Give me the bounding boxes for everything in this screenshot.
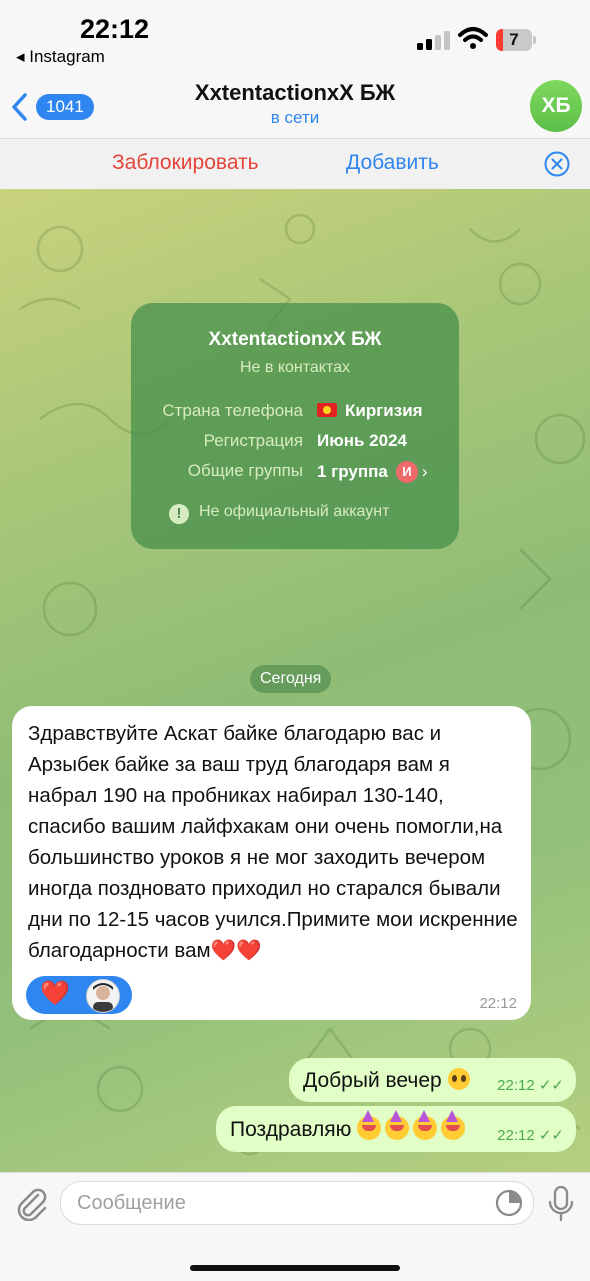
message-input[interactable]: Сообщение	[60, 1181, 534, 1225]
add-contact-button[interactable]: Добавить	[346, 151, 439, 175]
message-placeholder: Сообщение	[77, 1192, 186, 1214]
message-text: Добрый вечер	[303, 1068, 470, 1093]
group-avatar: И	[395, 461, 418, 483]
home-indicator	[190, 1265, 400, 1271]
chevron-left-icon	[12, 93, 27, 121]
message-text: Поздравляю	[230, 1110, 469, 1142]
battery-icon: 7	[496, 29, 536, 51]
unofficial-account-note: ! Не официальный аккаунт	[169, 503, 389, 524]
paperclip-icon[interactable]	[14, 1185, 48, 1221]
status-bar: 22:12 ◂ Instagram 7	[0, 0, 590, 72]
clock: 22:12	[80, 14, 150, 44]
partying-face-emoji	[413, 1110, 438, 1140]
exclamation-icon: !	[169, 504, 189, 524]
incoming-message[interactable]: Здравствуйте Аскат байке благодарю вас и…	[12, 706, 531, 1020]
info-label-country: Страна телефона	[162, 401, 303, 420]
avatar[interactable]: ХБ	[530, 80, 582, 132]
back-to-app-link[interactable]: ◂ Instagram	[16, 47, 105, 67]
reactor-avatar	[86, 979, 120, 1013]
unread-count-badge: 1041	[36, 94, 94, 120]
message-input-bar: Сообщение	[0, 1172, 590, 1281]
info-value-country: Киргизия	[317, 401, 423, 421]
reaction-chip[interactable]: ❤️	[26, 976, 132, 1014]
info-label-groups: Общие группы	[187, 461, 303, 480]
battery-level: 7	[509, 30, 519, 49]
info-label-registration: Регистрация	[203, 431, 303, 450]
message-meta: 22:12 ✓✓	[497, 1077, 564, 1094]
kyrgyzstan-flag-icon	[317, 403, 337, 417]
heart-emoji: ❤️❤️	[210, 939, 262, 962]
message-text: Здравствуйте Аскат байке благодарю вас и…	[28, 722, 518, 962]
double-check-icon: ✓✓	[538, 1077, 564, 1094]
message-time: 22:12	[479, 995, 517, 1012]
contact-action-bar: Заблокировать Добавить	[0, 138, 590, 190]
info-subtitle: Не в контактах	[239, 359, 351, 376]
info-name: XxtentactionxX БЖ	[208, 329, 382, 350]
common-groups-link[interactable]: 1 группа И ›	[317, 461, 428, 483]
chevron-right-icon: ›	[421, 462, 428, 481]
outgoing-message[interactable]: Добрый вечер 22:12 ✓✓	[289, 1058, 576, 1102]
microphone-icon[interactable]	[548, 1185, 574, 1223]
outgoing-message[interactable]: Поздравляю 22:12 ✓✓	[216, 1106, 576, 1152]
info-value-registration: Июнь 2024	[317, 431, 407, 450]
contact-info-card: XxtentactionxX БЖ Не в контактах Страна …	[131, 303, 459, 549]
date-separator: Сегодня	[250, 665, 332, 693]
double-check-icon: ✓✓	[538, 1127, 564, 1144]
partying-face-emoji	[441, 1110, 466, 1140]
heart-reaction-icon: ❤️	[40, 980, 70, 1007]
back-button[interactable]: 1041	[10, 90, 100, 122]
block-button[interactable]: Заблокировать	[112, 151, 259, 175]
signal-icon	[417, 31, 450, 50]
sticker-icon[interactable]	[494, 1188, 524, 1218]
pleading-face-emoji	[447, 1068, 470, 1090]
message-meta: 22:12 ✓✓	[497, 1127, 564, 1144]
close-circle-icon[interactable]	[544, 151, 570, 177]
chat-header: XxtentactionxX БЖ в сети 1041 ХБ	[0, 72, 590, 138]
wifi-icon	[458, 27, 488, 49]
partying-face-emoji	[385, 1110, 410, 1140]
partying-face-emoji	[357, 1110, 382, 1140]
